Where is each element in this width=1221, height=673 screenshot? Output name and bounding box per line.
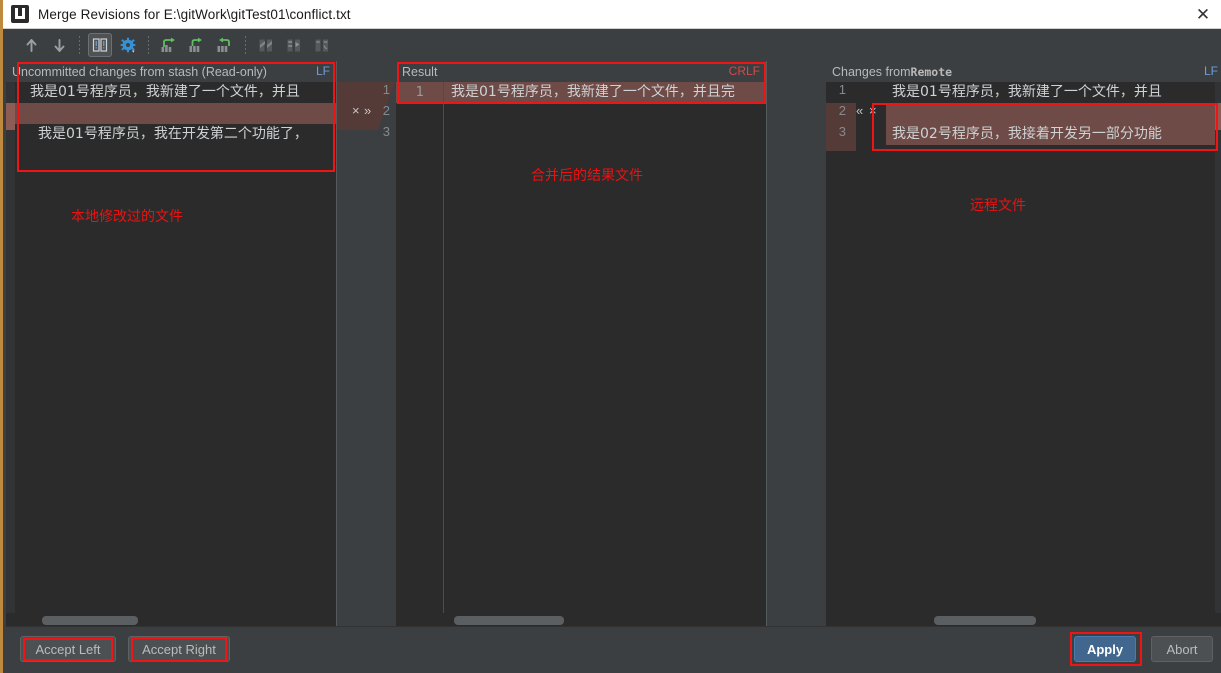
right-pane-title-source: Remote bbox=[911, 65, 953, 79]
right-pane-eol: LF bbox=[1204, 64, 1218, 78]
editor-line-text: 我是01号程序员，我新建了一个文件，并且完 bbox=[451, 84, 735, 100]
previous-difference-button[interactable] bbox=[19, 33, 43, 57]
close-icon[interactable]: ✕ bbox=[1182, 0, 1221, 29]
editor-line: 我是01号程序员，我新建了一个文件，并且 bbox=[15, 82, 336, 103]
apply-button[interactable]: Apply bbox=[1074, 636, 1136, 662]
right-conflict-marker-strip[interactable] bbox=[1215, 82, 1221, 627]
right-editor[interactable]: 1 2 3 « × 我是01号程序员，我新建了一个文件，并且 我是02号程序员，… bbox=[826, 82, 1221, 627]
result-scrollbar-thumb bbox=[454, 616, 564, 625]
editor-line: 我是01号程序员，我新建了一个文件，并且 bbox=[886, 82, 1215, 103]
left-editor-lines: 我是01号程序员，我新建了一个文件，并且 我是01号程序员，我在开发第二个功能了… bbox=[15, 82, 336, 145]
toolbar-separator bbox=[148, 36, 149, 54]
result-gutter-divider bbox=[443, 82, 444, 613]
abort-button[interactable]: Abort bbox=[1151, 636, 1213, 662]
compare-contents-icon bbox=[310, 33, 334, 57]
left-horizontal-scrollbar[interactable] bbox=[6, 613, 336, 627]
line-number: 3 bbox=[826, 124, 846, 139]
accept-right-chevron-icon[interactable]: » bbox=[364, 103, 371, 118]
left-merge-gutter[interactable]: 1 2 3 × » bbox=[337, 61, 396, 627]
resolve-import-icon bbox=[282, 33, 306, 57]
footer-bar: Accept Left Accept Right Apply Abort bbox=[6, 626, 1221, 673]
editor-line: 我是02号程序员，我接着开发另一部分功能 bbox=[886, 124, 1215, 145]
merge-panes: Uncommitted changes from stash (Read-onl… bbox=[6, 61, 1221, 627]
result-pane-header: Result CRLF bbox=[396, 61, 766, 82]
result-pane-title: Result bbox=[402, 65, 437, 79]
toolbar: No changes. 1 conflict bbox=[3, 29, 1221, 61]
result-editor-lines: 1 我是01号程序员，我新建了一个文件，并且完 bbox=[396, 82, 766, 103]
right-pane: Changes from Remote LF 1 2 3 « × 我是01号程序… bbox=[826, 61, 1221, 627]
right-scrollbar-thumb bbox=[934, 616, 1036, 625]
line-number: 1 bbox=[826, 82, 846, 97]
merge-right-icon[interactable] bbox=[213, 33, 237, 57]
ignore-change-icon[interactable]: × bbox=[352, 103, 360, 118]
right-pane-title-prefix: Changes from bbox=[832, 65, 911, 79]
line-number: 1 bbox=[402, 82, 424, 103]
editor-line: 1 我是01号程序员，我新建了一个文件，并且完 bbox=[396, 82, 766, 103]
magic-resolve-icon bbox=[254, 33, 278, 57]
left-editor[interactable]: 我是01号程序员，我新建了一个文件，并且 我是01号程序员，我在开发第二个功能了… bbox=[6, 82, 336, 627]
next-difference-button[interactable] bbox=[47, 33, 71, 57]
left-pane-eol: LF bbox=[316, 64, 330, 78]
navigation-button-group bbox=[17, 32, 73, 58]
result-pane-eol: CRLF bbox=[729, 64, 760, 78]
right-pane-annotation: 远程文件 bbox=[970, 195, 1026, 215]
apply-changes-button-group bbox=[155, 32, 239, 58]
ignore-change-icon[interactable]: × bbox=[869, 103, 877, 118]
merge-revisions-window: Merge Revisions for E:\gitWork\gitTest01… bbox=[0, 0, 1221, 673]
result-horizontal-scrollbar[interactable] bbox=[396, 613, 766, 627]
result-pane: Result CRLF 1 我是01号程序员，我新建了一个文件，并且完 合并后的… bbox=[396, 61, 766, 627]
resolve-button-group bbox=[252, 32, 336, 58]
side-by-side-icon[interactable] bbox=[88, 33, 112, 57]
gear-icon[interactable] bbox=[116, 33, 140, 57]
right-editor-lines: 我是01号程序员，我新建了一个文件，并且 我是02号程序员，我接着开发另一部分功… bbox=[886, 82, 1215, 145]
left-conflict-marker-strip[interactable] bbox=[6, 82, 15, 627]
right-pane-header: Changes from Remote LF bbox=[826, 61, 1221, 82]
window-title: Merge Revisions for E:\gitWork\gitTest01… bbox=[38, 7, 351, 22]
left-pane: Uncommitted changes from stash (Read-onl… bbox=[6, 61, 336, 627]
left-scrollbar-thumb bbox=[42, 616, 138, 625]
left-pane-title: Uncommitted changes from stash (Read-onl… bbox=[12, 65, 267, 79]
editor-line bbox=[886, 103, 1215, 124]
result-pane-annotation: 合并后的结果文件 bbox=[531, 165, 643, 185]
toolbar-separator bbox=[79, 36, 80, 54]
result-editor[interactable]: 1 我是01号程序员，我新建了一个文件，并且完 bbox=[396, 82, 766, 627]
line-number: 2 bbox=[826, 103, 846, 118]
editor-line: 我是01号程序员，我在开发第二个功能了， bbox=[15, 124, 336, 145]
right-merge-gutter[interactable] bbox=[767, 61, 826, 627]
title-bar: Merge Revisions for E:\gitWork\gitTest01… bbox=[3, 0, 1221, 29]
merge-both-icon[interactable] bbox=[185, 33, 209, 57]
accept-left-chevron-icon[interactable]: « bbox=[856, 103, 863, 118]
accept-left-button[interactable]: Accept Left bbox=[20, 636, 116, 662]
accept-right-button[interactable]: Accept Right bbox=[128, 636, 230, 662]
merge-left-icon[interactable] bbox=[157, 33, 181, 57]
toolbar-separator bbox=[245, 36, 246, 54]
left-pane-annotation: 本地修改过的文件 bbox=[71, 206, 183, 226]
line-number: 3 bbox=[360, 124, 390, 139]
right-line-numbers: 1 2 3 bbox=[826, 82, 856, 613]
line-number: 1 bbox=[360, 82, 390, 97]
left-pane-header: Uncommitted changes from stash (Read-onl… bbox=[6, 61, 336, 82]
merge-app-icon bbox=[11, 5, 29, 23]
editor-line bbox=[15, 103, 336, 124]
right-horizontal-scrollbar[interactable] bbox=[826, 613, 1221, 627]
view-button-group bbox=[86, 32, 142, 58]
